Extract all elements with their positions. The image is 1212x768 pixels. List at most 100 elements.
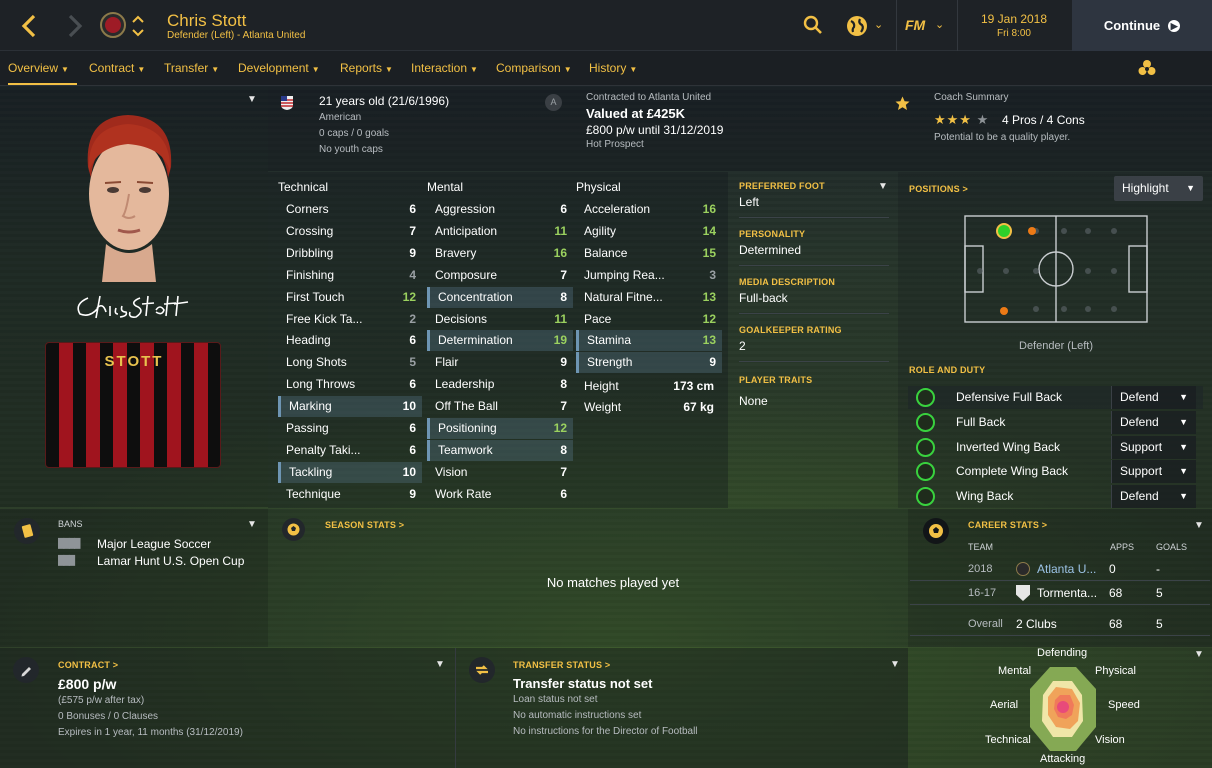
tab-contract[interactable]: Contract ▼ xyxy=(89,51,145,85)
chevron-down-icon[interactable]: ▼ xyxy=(435,659,445,670)
attribute-row[interactable]: Long Throws 6 xyxy=(278,374,422,395)
table-row[interactable]: 16-17 Tormenta... 68 5 xyxy=(910,581,1210,605)
career-stats-title[interactable]: CAREER STATS > xyxy=(968,520,1047,530)
duty-dropdown[interactable]: Support ▼ xyxy=(1111,460,1196,484)
chevron-down-icon: ▼ xyxy=(1186,183,1195,193)
chevron-down-icon[interactable]: ▼ xyxy=(247,519,257,530)
after-tax: (£575 p/w after tax) xyxy=(58,695,145,706)
attribute-row[interactable]: Strength 9 xyxy=(576,352,722,374)
attribute-row[interactable]: Anticipation 11 xyxy=(427,221,573,242)
forward-arrow-icon[interactable] xyxy=(62,12,86,40)
attribute-row[interactable]: Dribbling 9 xyxy=(278,243,422,264)
duty-dropdown[interactable]: Support ▼ xyxy=(1111,435,1196,459)
attribute-row[interactable]: Pace 12 xyxy=(576,309,722,330)
attribute-row[interactable]: Stamina 13 xyxy=(576,330,722,352)
divider xyxy=(896,0,897,51)
continue-button[interactable]: Continue ▶ xyxy=(1072,0,1212,51)
attribute-row[interactable]: Decisions 11 xyxy=(427,309,573,330)
tab-comparison[interactable]: Comparison ▼ xyxy=(496,51,572,85)
attribute-row[interactable]: Technique 9 xyxy=(278,484,422,505)
attribute-row[interactable]: Work Rate 6 xyxy=(427,484,573,505)
fm-menu-button[interactable]: FM ⌄ xyxy=(905,14,950,38)
role-row[interactable]: Full Back Defend ▼ xyxy=(908,410,1203,434)
caps: 0 caps / 0 goals xyxy=(319,128,390,139)
attribute-row[interactable]: Jumping Rea... 3 xyxy=(576,265,722,286)
attribute-row[interactable]: Flair 9 xyxy=(427,352,573,373)
attribute-row[interactable]: Positioning 12 xyxy=(427,418,573,439)
star-rating: ★★★ ★ xyxy=(934,112,990,127)
attribute-row[interactable]: Marking 10 xyxy=(278,396,422,418)
attribute-row[interactable]: Heading 6 xyxy=(278,330,422,351)
tab-history[interactable]: History ▼ xyxy=(589,51,637,85)
attribute-row[interactable]: Determination 19 xyxy=(427,330,573,352)
attribute-row[interactable]: Tackling 10 xyxy=(278,461,422,483)
fm-logo: FM xyxy=(905,17,926,33)
attribute-row[interactable]: Corners 6 xyxy=(278,199,422,220)
attribute-row[interactable]: Leadership 8 xyxy=(427,374,573,395)
tab-reports[interactable]: Reports ▼ xyxy=(340,51,393,85)
attribute-row[interactable]: Off The Ball 7 xyxy=(427,396,573,417)
club-badge[interactable] xyxy=(100,12,126,38)
attribute-row[interactable]: Aggression 6 xyxy=(427,199,573,220)
coach-summary-title[interactable]: Coach Summary xyxy=(934,92,1008,103)
duty-dropdown[interactable]: Defend ▼ xyxy=(1111,485,1196,509)
player-subtitle[interactable]: Defender (Left) - Atlanta United xyxy=(167,30,305,41)
club-badge xyxy=(1016,585,1030,601)
table-row[interactable]: 2018 Atlanta U... 0 - xyxy=(910,557,1210,581)
game-date[interactable]: 19 Jan 2018 xyxy=(958,12,1070,26)
tab-overview[interactable]: Overview ▼ xyxy=(8,51,77,85)
club-switch-icon[interactable] xyxy=(131,13,145,39)
duty-dropdown[interactable]: Defend ▼ xyxy=(1111,410,1196,434)
attribute-row[interactable]: Free Kick Ta... 2 xyxy=(278,309,422,330)
prospect-tag: Hot Prospect xyxy=(586,139,644,150)
search-icon[interactable] xyxy=(803,15,823,35)
role-row[interactable]: Defensive Full Back Defend ▼ xyxy=(908,386,1203,409)
highlight-dropdown[interactable]: Highlight ▼ xyxy=(1114,176,1203,201)
col-apps: APPS xyxy=(1110,542,1135,552)
role-row[interactable]: Inverted Wing Back Support ▼ xyxy=(908,435,1203,459)
role-row[interactable]: Complete Wing Back Support ▼ xyxy=(908,460,1203,484)
chevron-down-icon[interactable]: ▼ xyxy=(890,659,900,670)
transfer-status-title[interactable]: TRANSFER STATUS > xyxy=(513,660,610,670)
radar-label-speed: Speed xyxy=(1108,699,1140,711)
pros-cons: 4 Pros / 4 Cons xyxy=(1002,113,1085,127)
shirt: STOTT xyxy=(45,342,221,468)
contract-title[interactable]: CONTRACT > xyxy=(58,660,118,670)
chevron-down-icon[interactable]: ▼ xyxy=(878,181,888,192)
attribute-row[interactable]: Passing 6 xyxy=(278,418,422,439)
attribute-row[interactable]: Composure 7 xyxy=(427,265,573,286)
scout-icon[interactable] xyxy=(1138,59,1156,77)
attribute-row[interactable]: Balance 15 xyxy=(576,243,722,264)
attribute-row[interactable]: First Touch 12 xyxy=(278,287,422,308)
attribute-row[interactable]: Agility 14 xyxy=(576,221,722,242)
attribute-radar xyxy=(1030,667,1096,751)
season-stats-title[interactable]: SEASON STATS > xyxy=(325,520,404,530)
game-time[interactable]: Fri 8:00 xyxy=(958,28,1070,39)
attribute-row[interactable]: Penalty Taki... 6 xyxy=(278,440,422,461)
tab-development[interactable]: Development ▼ xyxy=(238,51,320,85)
duty-dropdown[interactable]: Defend ▼ xyxy=(1111,386,1196,409)
youth-caps: No youth caps xyxy=(319,144,383,155)
attribute-row[interactable]: Acceleration 16 xyxy=(576,199,722,220)
contracted-to[interactable]: Contracted to Atlanta United xyxy=(586,92,711,103)
star-icon xyxy=(895,96,910,110)
chevron-down-icon[interactable]: ▼ xyxy=(1194,520,1204,531)
positions-title[interactable]: POSITIONS > xyxy=(909,184,968,194)
world-menu-button[interactable]: ⌄ xyxy=(846,14,886,38)
role-row[interactable]: Wing Back Defend ▼ xyxy=(908,485,1203,509)
attribute-row[interactable]: Long Shots 5 xyxy=(278,352,422,373)
attribute-row[interactable]: Bravery 16 xyxy=(427,243,573,264)
media-description-label: MEDIA DESCRIPTION xyxy=(739,277,836,287)
attribute-row[interactable]: Vision 7 xyxy=(427,462,573,483)
chevron-down-icon[interactable]: ▼ xyxy=(1194,649,1204,660)
height-row: Height 173 cm xyxy=(584,379,714,393)
attribute-row[interactable]: Natural Fitne... 13 xyxy=(576,287,722,308)
attribute-row[interactable]: Concentration 8 xyxy=(427,286,573,308)
tab-interaction[interactable]: Interaction ▼ xyxy=(411,51,478,85)
chevron-down-icon[interactable]: ▼ xyxy=(247,94,257,105)
attribute-row[interactable]: Crossing 7 xyxy=(278,221,422,242)
attribute-row[interactable]: Finishing 4 xyxy=(278,265,422,286)
tab-transfer[interactable]: Transfer ▼ xyxy=(164,51,219,85)
back-arrow-icon[interactable] xyxy=(18,12,42,40)
attribute-row[interactable]: Teamwork 8 xyxy=(427,439,573,461)
